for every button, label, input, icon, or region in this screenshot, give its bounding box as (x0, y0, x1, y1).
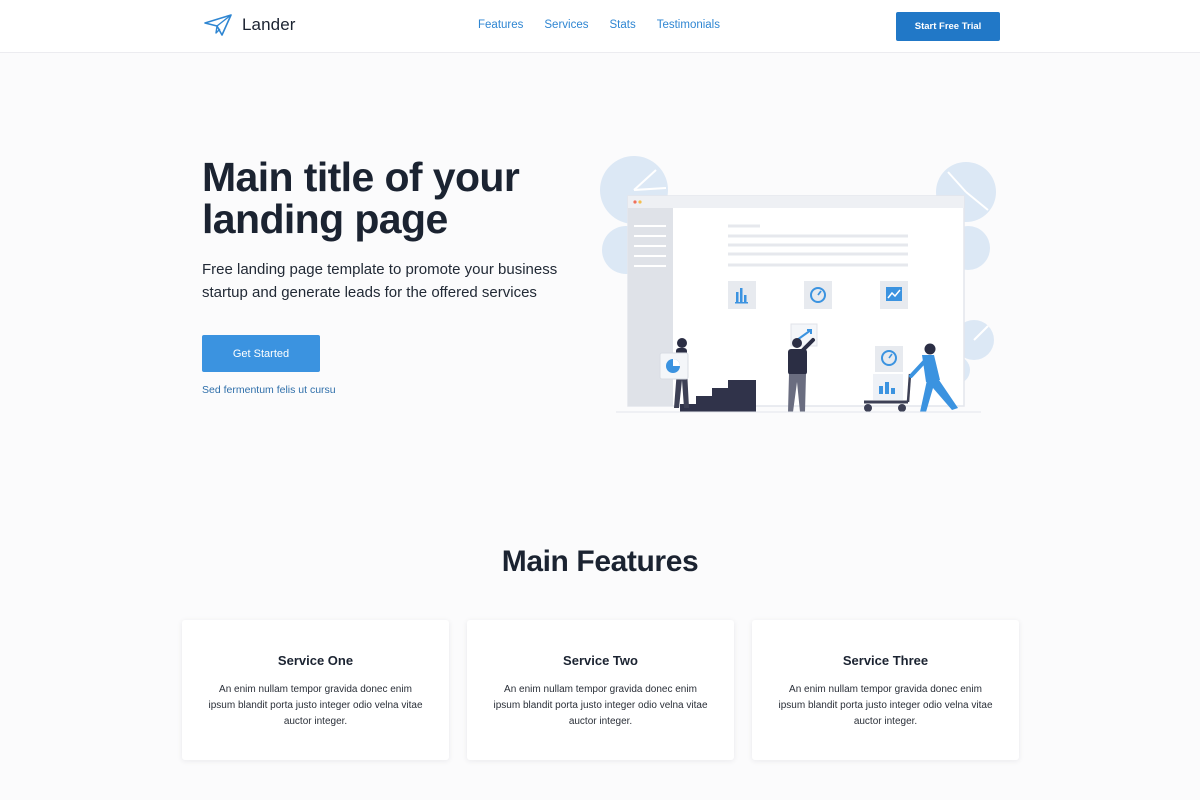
hero-subtitle: Free landing page template to promote yo… (202, 261, 558, 301)
hero-secondary-link[interactable]: Sed fermentum felis ut cursu (202, 384, 336, 396)
feature-card-title: Service One (277, 653, 354, 668)
nav-link-stats[interactable]: Stats (610, 19, 636, 31)
features-cards: Service One An enim nullam tempor gravid… (182, 620, 1019, 760)
get-started-button[interactable]: Get Started (202, 335, 320, 372)
paper-plane-icon (204, 14, 232, 36)
features-title: Main Features (501, 545, 699, 578)
feature-card: Service Two An enim nullam tempor gravid… (467, 620, 734, 760)
nav-link-testimonials[interactable]: Testimonials (657, 19, 720, 31)
team-building-dashboard-illustration (600, 156, 996, 413)
feature-card: Service One An enim nullam tempor gravid… (182, 620, 449, 760)
feature-card-text: An enim nullam tempor gravida donec enim… (208, 684, 423, 727)
feature-card: Service Three An enim nullam tempor grav… (752, 620, 1019, 760)
feature-card-text: An enim nullam tempor gravida donec enim… (778, 684, 993, 727)
start-free-trial-button[interactable]: Start Free Trial (896, 12, 1000, 41)
feature-card-text: An enim nullam tempor gravida donec enim… (493, 684, 708, 727)
feature-card-title: Service Three (842, 653, 929, 668)
nav-link-features[interactable]: Features (478, 19, 523, 31)
hero-title: Main title of your landing page (202, 154, 520, 242)
nav-link-services[interactable]: Services (544, 19, 588, 31)
brand-name: Lander (242, 15, 296, 34)
feature-card-title: Service Two (563, 653, 638, 668)
site-header: Lander Features Services Stats Testimoni… (0, 0, 1200, 53)
main-nav: Features Services Stats Testimonials (478, 19, 741, 31)
brand-logo[interactable]: Lander (204, 14, 296, 36)
